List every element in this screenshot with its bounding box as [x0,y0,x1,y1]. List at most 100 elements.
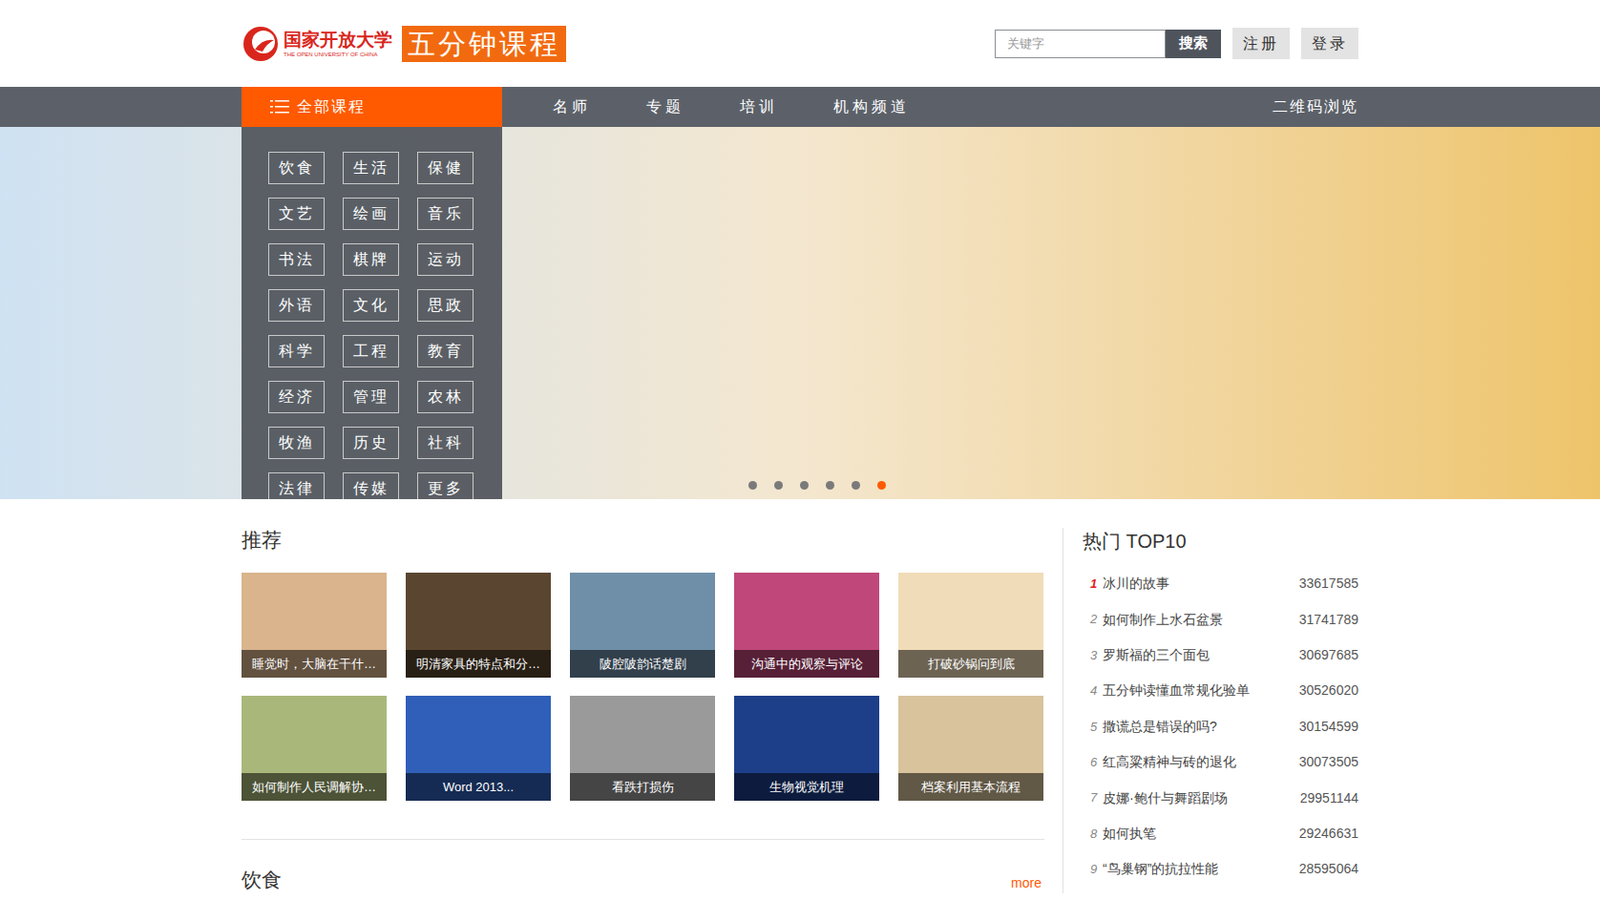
hot-count: 31741789 [1299,610,1359,631]
category-button[interactable]: 饮食 [268,151,325,185]
hot-title-text: 五分钟读懂血常规化验单 [1102,680,1250,701]
search-button[interactable]: 搜索 [1165,29,1222,59]
divider [241,839,1045,841]
hot-item[interactable]: 4五分钟读懂血常规化验单30526020 [1082,673,1359,709]
category-button[interactable]: 历史 [342,426,400,460]
category-button[interactable]: 牧渔 [268,426,325,460]
logo[interactable]: 国家开放大学THE OPEN UNIVERSITY OF CHINA五分钟课程 [241,24,567,64]
hot-item[interactable]: 7皮娜·鲍什与舞蹈剧场29951144 [1082,779,1359,816]
hot-title-text: 皮娜·鲍什与舞蹈剧场 [1102,788,1228,809]
search-input[interactable] [994,29,1166,59]
hot-count: 30073505 [1299,752,1359,773]
header-button[interactable]: 注册 [1232,27,1290,60]
category-button[interactable]: 文艺 [268,197,325,231]
course-card[interactable]: 打破砂锅问到底 [898,572,1044,678]
category-button[interactable]: 生活 [342,151,400,185]
category-button[interactable]: 保健 [417,151,474,185]
category-button[interactable]: 更多 [417,472,474,500]
carousel-dot[interactable] [877,481,886,490]
category-button[interactable]: 传媒 [342,472,400,500]
hot-rank: 8 [1090,824,1103,844]
hot-title-text: 如何执笔 [1102,823,1157,844]
hot-rank: 7 [1090,788,1103,808]
header-button[interactable]: 登录 [1301,27,1359,60]
category-button[interactable]: 经济 [268,380,325,414]
recommend-title: 推荐 [241,526,1045,554]
hot-title: 热门 TOP10 [1082,527,1359,555]
hot-item[interactable]: 9“鸟巢钢”的抗拉性能28595064 [1082,851,1359,887]
more-link[interactable]: more [1010,873,1042,894]
course-card[interactable]: 沟通中的观察与评论 [734,572,880,678]
carousel-dot[interactable] [748,481,758,490]
header: 国家开放大学THE OPEN UNIVERSITY OF CHINA五分钟课程搜… [241,0,1359,87]
category-panel: 饮食生活保健文艺绘画音乐书法棋牌运动外语文化思政科学工程教育经济管理农林牧渔历史… [241,126,503,500]
category-button[interactable]: 运动 [417,243,474,276]
carousel-dots [748,481,886,490]
carousel-dot[interactable] [825,481,835,490]
category-button[interactable]: 社科 [417,426,474,460]
hot-item[interactable]: 5撒谎总是错误的吗?30154599 [1082,709,1359,745]
nav-item[interactable]: 培训 [739,95,779,119]
nav-item[interactable]: 专题 [646,95,685,119]
category-button[interactable]: 外语 [268,289,325,322]
category-button[interactable]: 文化 [342,289,400,322]
course-card[interactable]: 睡觉时，大脑在干什… [241,572,387,678]
category-button[interactable]: 农林 [417,380,474,414]
course-card[interactable]: 生物视觉机理 [734,695,880,801]
carousel-dot[interactable] [800,481,809,490]
nav-item[interactable]: 机构频道 [833,95,910,119]
hot-item[interactable]: 6红高粱精神与砖的退化 30073505 [1082,744,1359,780]
category-button[interactable]: 法律 [268,472,325,500]
category-button[interactable]: 棋牌 [342,243,400,276]
course-title: 打破砂锅问到底 [898,650,1044,678]
hot-title-text: “鸟巢钢”的抗拉性能 [1102,859,1219,880]
category-button[interactable]: 书法 [268,243,325,276]
section-header: 饮食more [241,840,1045,894]
course-card[interactable]: 陂腔陂韵话楚剧 [569,572,716,678]
header-actions: 搜索注册登录 [994,27,1359,60]
hot-rank: 1 [1090,574,1103,594]
category-button[interactable]: 工程 [342,335,400,368]
hot-item[interactable]: 1冰川的故事33617585 [1082,566,1359,602]
course-title: 生物视觉机理 [734,773,880,801]
carousel-dot[interactable] [851,481,861,490]
hot-rank: 5 [1090,717,1103,737]
course-title: 睡觉时，大脑在干什… [241,650,387,678]
hot-count: 30154599 [1299,716,1359,737]
qr-browse[interactable]: 二维码浏览 [1272,95,1359,119]
category-button[interactable]: 教育 [417,335,474,368]
logo-english: THE OPEN UNIVERSITY OF CHINA [283,51,393,58]
hot-rank: 2 [1090,610,1103,630]
category-button[interactable]: 思政 [417,289,474,322]
hot-title-text: 罗斯福的三个面包 [1102,645,1210,666]
course-card[interactable]: Word 2013... [405,695,551,801]
banner-image[interactable]: 饮食生活保健文艺绘画音乐书法棋牌运动外语文化思政科学工程教育经济管理农林牧渔历史… [0,126,1600,500]
course-card[interactable]: 档案利用基本流程 [898,695,1044,801]
nav-item[interactable]: 名师 [552,95,591,119]
hot-count: 28595064 [1299,859,1359,880]
course-card[interactable]: 如何制作人民调解协… [241,695,387,801]
course-title: 沟通中的观察与评论 [734,650,880,678]
nav-bar: 全部课程 名师 专题 培训 机构频道 二维码浏览 [0,86,1600,127]
carousel-dot[interactable] [774,481,783,490]
course-title: 陂腔陂韵话楚剧 [569,650,716,678]
hot-title-text: 红高粱精神与砖的退化 [1102,752,1237,773]
course-title: 看跌打损伤 [569,773,716,801]
hot-item[interactable]: 2如何制作上水石盆景 31741789 [1082,601,1359,637]
hot-item[interactable]: 3罗斯福的三个面包30697685 [1082,637,1359,674]
hot-item[interactable]: 8如何执笔29246631 [1082,816,1359,852]
hot-title-text: 冰川的故事 [1102,573,1170,594]
category-button[interactable]: 音乐 [417,197,474,231]
category-button[interactable]: 绘画 [342,197,400,231]
course-card[interactable]: 看跌打损伤 [569,695,716,801]
hot-rank: 6 [1090,753,1103,773]
course-card[interactable]: 明清家具的特点和分… [405,572,551,678]
hot-rank: 3 [1090,646,1103,666]
hot-title-text: 如何制作上水石盆景 [1102,610,1223,631]
category-button[interactable]: 管理 [342,380,400,414]
product-badge: 五分钟课程 [401,25,567,63]
menu-icon [270,99,290,115]
category-button[interactable]: 科学 [268,335,325,368]
all-courses[interactable]: 全部课程 [241,86,503,127]
page: 国家开放大学THE OPEN UNIVERSITY OF CHINA五分钟课程搜… [0,0,1600,900]
